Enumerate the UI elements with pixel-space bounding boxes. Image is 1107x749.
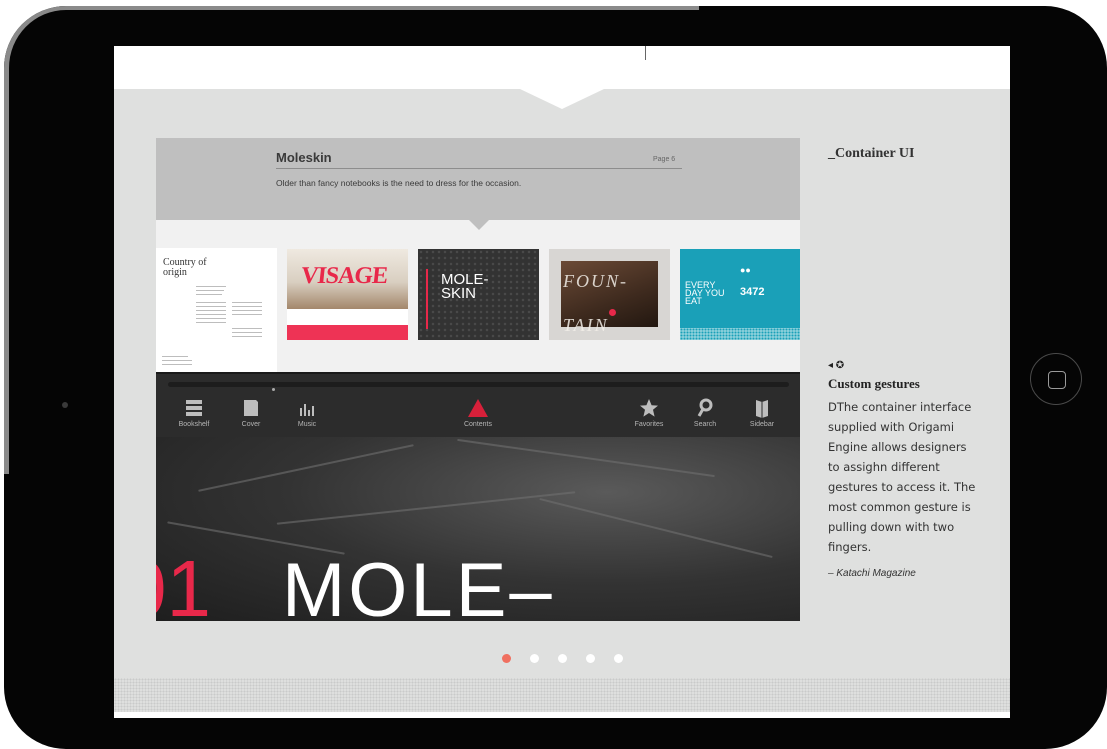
- texture-fiber: [539, 497, 773, 559]
- text-line: [232, 302, 262, 303]
- page-dot-3[interactable]: [558, 654, 567, 663]
- texture-fiber: [276, 491, 576, 525]
- page-dot-1[interactable]: [502, 654, 511, 663]
- thumbnail-title: MOLE- SKIN: [441, 271, 489, 302]
- text-line: [232, 310, 262, 311]
- text-line: [232, 336, 262, 337]
- gestures-description: DThe container interface supplied with O…: [828, 400, 976, 554]
- toolbar-contents-button[interactable]: Contents: [453, 398, 503, 436]
- gesture-icons: ◂ ✪: [828, 360, 845, 371]
- drops-icon: ●●: [740, 265, 751, 275]
- gestures-credit: – Katachi Magazine: [828, 568, 916, 579]
- page-scrubber[interactable]: [168, 382, 789, 391]
- thumbnail-visage[interactable]: VISAGE: [287, 249, 408, 340]
- top-notch: [520, 89, 604, 109]
- text-line: [196, 294, 222, 295]
- toolbar-sidebar-button[interactable]: Sidebar: [737, 398, 787, 436]
- text-line: [162, 360, 192, 361]
- thumbnail-title: VISAGE: [299, 263, 389, 289]
- toolbar-label: Favorites: [634, 421, 664, 428]
- toolbar-label: Bookshelf: [178, 421, 210, 428]
- thumbnail-title: EVERY DAY YOU EAT: [685, 280, 725, 306]
- hero-title: MOLE–: [282, 548, 555, 622]
- info-title: Moleskin: [276, 150, 332, 165]
- search-icon: [697, 398, 713, 417]
- toolbar-search-button[interactable]: Search: [680, 398, 730, 436]
- toolbar: Bookshelf Cover Music Contents Favorites…: [156, 372, 800, 437]
- gestures-heading: Custom gestures: [828, 376, 920, 391]
- text-line: [162, 364, 192, 365]
- thumbnail-accent: [426, 269, 428, 329]
- text-line: [232, 306, 262, 307]
- text-line: [162, 356, 188, 357]
- home-button[interactable]: [1030, 353, 1082, 405]
- text-line: [196, 322, 226, 323]
- text-line: [196, 302, 226, 303]
- thumbnail-accent: [609, 309, 616, 316]
- text-line: [196, 290, 224, 291]
- thumbnail-fountainhead[interactable]: FOUN- TAIN HEAD: [549, 249, 670, 340]
- screen-bottom-bar: [114, 712, 1010, 718]
- toolbar-label: Music: [297, 421, 317, 428]
- text-line: [196, 318, 226, 319]
- screen-top-bar: [114, 46, 1010, 89]
- text-line: [232, 332, 262, 333]
- toolbar-favorites-button[interactable]: Favorites: [624, 398, 674, 436]
- toolbar-bookshelf-button[interactable]: Bookshelf: [169, 398, 219, 436]
- info-pointer: [469, 220, 489, 230]
- text-line: [232, 314, 262, 315]
- bookshelf-icon: [186, 400, 202, 416]
- text-line: [196, 310, 226, 311]
- thumbnail-title: FOUN- TAIN HEAD: [563, 271, 628, 335]
- page-dot-2[interactable]: [530, 654, 539, 663]
- thumbnail-every-day-you-eat[interactable]: ●● EVERY DAY YOU EAT 3472: [680, 249, 800, 340]
- toolbar-label: Sidebar: [749, 421, 775, 428]
- home-square-icon: [1048, 371, 1066, 389]
- text-line: [196, 286, 226, 287]
- music-icon: [300, 404, 314, 416]
- page-dot-5[interactable]: [614, 654, 623, 663]
- toolbar-music-button[interactable]: Music: [282, 398, 332, 436]
- texture-fiber: [457, 438, 715, 478]
- thumbnail-band: [287, 325, 408, 340]
- screen: Moleskin Page 6 Older than fancy noteboo…: [114, 46, 1010, 718]
- hero-image: 01 MOLE–: [156, 437, 800, 621]
- info-page-number: Page 6: [653, 156, 676, 163]
- toolbar-label: Contents: [463, 421, 493, 428]
- thumbnail-value: 3472: [740, 286, 765, 298]
- thumbnail-title: Country of origin: [163, 257, 207, 278]
- info-description: Older than fancy notebooks is the need t…: [276, 178, 522, 188]
- sidebar-icon: [756, 400, 768, 418]
- info-panel: Moleskin Page 6 Older than fancy noteboo…: [156, 138, 800, 220]
- info-divider: [276, 168, 682, 169]
- scrubber-knob[interactable]: [272, 388, 275, 391]
- bottom-texture: [114, 678, 1010, 712]
- thumbnail-strip: Country of origin VISAGE MOLE- SKIN FOUN…: [156, 220, 800, 372]
- cover-icon: [244, 400, 258, 416]
- text-line: [232, 328, 262, 329]
- toolbar-label: Cover: [241, 421, 261, 428]
- section-title: _Container UI: [828, 146, 915, 161]
- star-icon: [640, 399, 658, 417]
- toolbar-label: Search: [693, 421, 717, 428]
- app-mockup: Moleskin Page 6 Older than fancy noteboo…: [156, 138, 800, 621]
- texture-fiber: [198, 444, 414, 492]
- hero-number: 01: [156, 544, 211, 622]
- thumbnail-pattern: [680, 328, 800, 340]
- text-line: [196, 314, 226, 315]
- thumbnail-country-of-origin[interactable]: Country of origin: [156, 248, 277, 372]
- toolbar-cover-button[interactable]: Cover: [226, 398, 276, 436]
- text-line: [196, 306, 226, 307]
- thumbnail-moleskin[interactable]: MOLE- SKIN: [418, 249, 539, 340]
- contents-icon: [468, 399, 488, 417]
- page-dot-4[interactable]: [586, 654, 595, 663]
- camera-icon: [62, 402, 68, 408]
- top-divider: [645, 46, 646, 60]
